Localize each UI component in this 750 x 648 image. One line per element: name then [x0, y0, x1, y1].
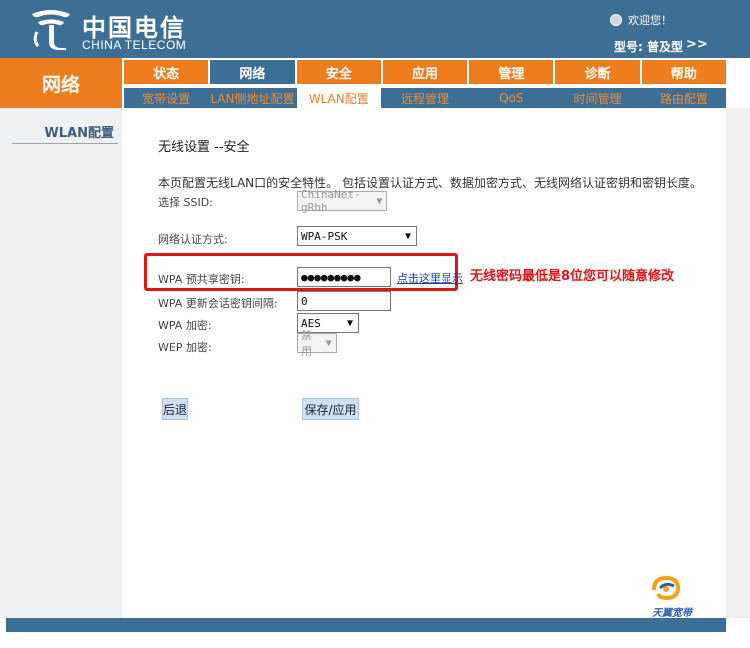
wep-encryption-select[interactable]: 禁用 ▼	[297, 329, 337, 358]
subtab-qos[interactable]: QoS	[469, 88, 554, 108]
chevron-down-icon: ▼	[404, 230, 412, 242]
back-button[interactable]: 后退	[162, 398, 188, 420]
tianyi-logo-text: 天翼宽带	[652, 608, 692, 619]
show-password-link[interactable]: 点击这里显示	[397, 270, 463, 286]
psk-input[interactable]: ●●●●●●●●●	[297, 267, 391, 287]
wep-encryption-value: 禁用	[301, 329, 312, 358]
header-bar: 中国电信 CHINA TELECOM 欢迎您！ 型号: 普及型 >>	[0, 0, 750, 58]
section-label: 网络	[0, 58, 122, 108]
china-telecom-logo-icon	[32, 10, 70, 50]
tab-application[interactable]: 应用	[382, 60, 468, 84]
subtab-wlan[interactable]: WLAN配置	[296, 88, 381, 108]
auth-value: WPA-PSK	[301, 229, 348, 243]
chevron-down-icon: ▼	[325, 337, 332, 349]
rekey-input[interactable]: 0	[297, 291, 391, 311]
subtab-routing[interactable]: 路由配置	[641, 88, 726, 108]
chevron-down-icon: ▼	[346, 317, 354, 329]
subtab-time-management[interactable]: 时间管理	[555, 88, 640, 108]
tianyi-broadband-logo: 天翼宽带	[624, 572, 724, 619]
tab-diagnostics[interactable]: 诊断	[555, 60, 640, 84]
ssid-label: 选择 SSID:	[158, 196, 213, 209]
main-content: 无线设置 --安全 本页配置无线LAN口的安全特性。 包括设置认证方式、数据加密…	[122, 108, 726, 618]
subtab-remote-management[interactable]: 远程管理	[382, 88, 468, 108]
page-description: 本页配置无线LAN口的安全特性。 包括设置认证方式、数据加密方式、无线网络认证密…	[158, 176, 702, 190]
subtab-broadband[interactable]: 宽带设置	[124, 88, 209, 108]
ssid-value: ChinaNet-gRbh	[301, 188, 361, 214]
sidebar-item-wlan[interactable]: WLAN配置	[12, 122, 118, 144]
main-tabs: 状态 网络 安全 应用 管理 诊断 帮助	[124, 60, 726, 84]
tab-management[interactable]: 管理	[469, 60, 554, 84]
annotation-note: 无线密码最低是8位您可以随意修改	[470, 269, 675, 284]
page-title: 无线设置 --安全	[158, 140, 250, 155]
subtab-lan-address[interactable]: LAN侧地址配置	[210, 88, 295, 108]
auth-select[interactable]: WPA-PSK ▼	[297, 226, 417, 246]
tianyi-logo-icon	[652, 575, 681, 601]
user-icon	[610, 14, 622, 26]
tab-security[interactable]: 安全	[296, 60, 381, 84]
chevron-down-icon: ▼	[376, 195, 383, 207]
psk-label: WPA 预共享密钥:	[158, 273, 245, 286]
right-margin	[726, 108, 750, 618]
tab-help[interactable]: 帮助	[641, 60, 726, 84]
model-label: 型号: 普及型	[614, 40, 683, 54]
brand-name-en: CHINA TELECOM	[82, 38, 187, 52]
sub-tabs: 宽带设置 LAN侧地址配置 WLAN配置 远程管理 QoS 时间管理 路由配置	[124, 88, 726, 108]
china-telecom-logo: 中国电信 CHINA TELECOM	[28, 6, 188, 54]
sidebar: WLAN配置	[0, 108, 122, 618]
welcome-text: 欢迎您！	[628, 14, 672, 27]
wep-encryption-label: WEP 加密:	[158, 341, 212, 354]
rekey-label: WPA 更新会话密钥间隔:	[158, 297, 278, 310]
tab-status[interactable]: 状态	[124, 60, 209, 84]
save-apply-button[interactable]: 保存/应用	[302, 398, 359, 420]
tab-network[interactable]: 网络	[210, 60, 295, 84]
auth-label: 网络认证方式:	[158, 233, 228, 246]
footer-bar	[6, 618, 726, 632]
welcome-message: 欢迎您！	[610, 12, 672, 28]
wpa-encryption-label: WPA 加密:	[158, 319, 212, 332]
ssid-select[interactable]: ChinaNet-gRbh ▼	[297, 188, 387, 214]
model-arrow-link[interactable]: >>	[686, 37, 708, 52]
